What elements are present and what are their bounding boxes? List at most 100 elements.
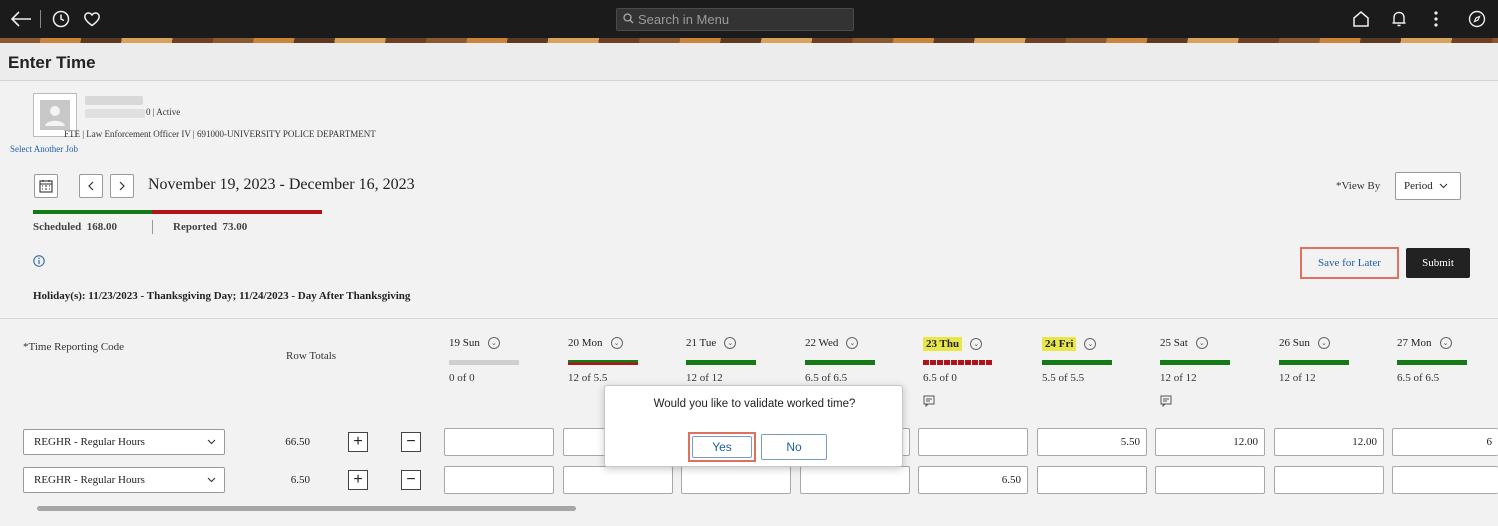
day-expand-chevron-icon[interactable]: ⌄ bbox=[610, 337, 623, 349]
more-vertical-icon[interactable] bbox=[1421, 4, 1451, 34]
previous-period-button[interactable] bbox=[79, 174, 103, 198]
day-expand-chevron-icon[interactable]: ⌄ bbox=[1084, 338, 1097, 350]
time-reporting-code-select[interactable]: REGHR - Regular Hours bbox=[23, 467, 225, 493]
row-total-value: 66.50 bbox=[285, 436, 310, 448]
day-hours-bar bbox=[1397, 360, 1467, 365]
day-header: 19 Sun ⌄ bbox=[449, 337, 500, 349]
day-header: 27 Mon ⌄ bbox=[1397, 337, 1452, 349]
time-reporting-code-header: *Time Reporting Code bbox=[23, 341, 125, 353]
employee-id-redacted bbox=[85, 109, 145, 118]
dialog-message: Would you like to validate worked time? bbox=[653, 398, 856, 410]
hours-input-cell[interactable] bbox=[1037, 466, 1147, 494]
day-hours-bar bbox=[568, 360, 638, 365]
day-hours-text: 12 of 12 bbox=[1279, 372, 1316, 384]
day-hours-text: 12 of 12 bbox=[686, 372, 723, 384]
select-another-job-link[interactable]: Select Another Job bbox=[10, 144, 78, 154]
view-by-label: *View By bbox=[1336, 180, 1381, 192]
day-hours-text: 12 of 5.5 bbox=[568, 372, 608, 384]
dialog-no-button[interactable]: No bbox=[761, 434, 827, 460]
scheduled-progress-bar bbox=[33, 210, 152, 214]
hours-input-cell[interactable] bbox=[1274, 466, 1384, 494]
day-expand-chevron-icon[interactable]: ⌄ bbox=[1439, 337, 1452, 349]
page-title-bar bbox=[0, 43, 1498, 81]
submit-button[interactable]: Submit bbox=[1406, 248, 1470, 278]
employee-job-description: FTE | Law Enforcement Officer IV | 69100… bbox=[64, 129, 376, 139]
hours-input-cell[interactable] bbox=[444, 466, 554, 494]
comment-icon[interactable] bbox=[923, 394, 935, 408]
day-hours-text: 12 of 12 bbox=[1160, 372, 1197, 384]
day-hours-bar bbox=[923, 360, 993, 365]
day-label: 27 Mon bbox=[1397, 337, 1432, 349]
row-total-value: 6.50 bbox=[290, 474, 310, 486]
day-expand-chevron-icon[interactable]: ⌄ bbox=[724, 337, 737, 349]
hours-input-cell[interactable]: 5.50 bbox=[1037, 428, 1147, 456]
hours-input-cell[interactable] bbox=[1392, 466, 1498, 494]
day-hours-text: 6.5 of 6.5 bbox=[805, 372, 848, 384]
hours-input-cell[interactable]: 12.00 bbox=[1155, 428, 1265, 456]
page-title: Enter Time bbox=[8, 53, 96, 72]
hours-input-cell[interactable] bbox=[681, 466, 791, 494]
dialog-yes-button[interactable]: Yes bbox=[688, 432, 756, 462]
grid-header-divider bbox=[0, 318, 1498, 319]
hours-input-cell[interactable] bbox=[563, 466, 673, 494]
view-by-select[interactable]: Period bbox=[1395, 172, 1461, 200]
delete-row-button[interactable]: − bbox=[401, 432, 421, 452]
day-hours-text: 5.5 of 5.5 bbox=[1042, 372, 1085, 384]
day-label: 20 Mon bbox=[568, 337, 603, 349]
hours-input-cell[interactable] bbox=[918, 428, 1028, 456]
day-expand-chevron-icon[interactable]: ⌄ bbox=[487, 337, 500, 349]
day-header: 21 Tue ⌄ bbox=[686, 337, 737, 349]
day-label: 23 Thu bbox=[923, 337, 963, 351]
hours-input-cell[interactable] bbox=[444, 428, 554, 456]
history-icon[interactable] bbox=[46, 4, 76, 34]
info-icon[interactable] bbox=[33, 254, 45, 267]
day-hours-bar bbox=[449, 360, 519, 365]
next-period-button[interactable] bbox=[110, 174, 134, 198]
day-label: 26 Sun bbox=[1279, 337, 1310, 349]
chevron-down-icon bbox=[207, 477, 216, 483]
search-menu-input[interactable]: Search in Menu bbox=[616, 8, 854, 31]
save-for-later-button[interactable]: Save for Later bbox=[1300, 247, 1399, 279]
employee-name-redacted bbox=[85, 96, 143, 105]
calendar-button[interactable] bbox=[34, 174, 58, 198]
add-row-button[interactable]: + bbox=[348, 432, 368, 452]
hours-input-cell[interactable] bbox=[800, 466, 910, 494]
day-header: 24 Fri ⌄ bbox=[1042, 337, 1097, 351]
row-totals-header: Row Totals bbox=[286, 350, 337, 362]
favorites-heart-icon[interactable] bbox=[77, 4, 107, 34]
day-header: 23 Thu ⌄ bbox=[923, 337, 983, 351]
notifications-bell-icon[interactable] bbox=[1384, 4, 1414, 34]
holiday-notice: Holiday(s): 11/23/2023 - Thanksgiving Da… bbox=[33, 290, 411, 302]
hours-input-cell[interactable]: 6.50 bbox=[918, 466, 1028, 494]
back-arrow-icon[interactable] bbox=[6, 4, 36, 34]
chevron-down-icon bbox=[1439, 183, 1448, 189]
top-navigation-bar: Search in Menu bbox=[0, 0, 1498, 38]
person-placeholder-icon bbox=[40, 100, 70, 130]
add-row-button[interactable]: + bbox=[348, 470, 368, 490]
hours-input-cell[interactable]: 6 bbox=[1392, 428, 1498, 456]
horizontal-scrollbar[interactable] bbox=[37, 506, 576, 511]
period-date-range: November 19, 2023 - December 16, 2023 bbox=[148, 176, 415, 193]
day-expand-chevron-icon[interactable]: ⌄ bbox=[970, 338, 983, 350]
employee-status: 0 | Active bbox=[146, 107, 181, 117]
day-expand-chevron-icon[interactable]: ⌄ bbox=[846, 337, 859, 349]
hours-input-cell[interactable] bbox=[1155, 466, 1265, 494]
dialog-yes-label: Yes bbox=[692, 436, 752, 458]
home-icon[interactable] bbox=[1346, 4, 1376, 34]
toolbar-divider bbox=[40, 10, 41, 28]
day-expand-chevron-icon[interactable]: ⌄ bbox=[1317, 337, 1330, 349]
day-hours-bar bbox=[1042, 360, 1112, 365]
day-expand-chevron-icon[interactable]: ⌄ bbox=[1195, 337, 1208, 349]
day-label: 21 Tue bbox=[686, 337, 717, 349]
day-hours-text: 6.5 of 0 bbox=[923, 372, 957, 384]
delete-row-button[interactable]: − bbox=[401, 470, 421, 490]
trc-value: REGHR - Regular Hours bbox=[34, 436, 145, 448]
comment-icon[interactable] bbox=[1160, 394, 1172, 408]
day-hours-bar bbox=[1160, 360, 1230, 365]
chevron-left-icon bbox=[88, 181, 94, 191]
hours-input-cell[interactable]: 12.00 bbox=[1274, 428, 1384, 456]
navbar-compass-icon[interactable] bbox=[1462, 4, 1492, 34]
chevron-down-icon bbox=[207, 439, 216, 445]
time-reporting-code-select[interactable]: REGHR - Regular Hours bbox=[23, 429, 225, 455]
day-header: 20 Mon ⌄ bbox=[568, 337, 623, 349]
